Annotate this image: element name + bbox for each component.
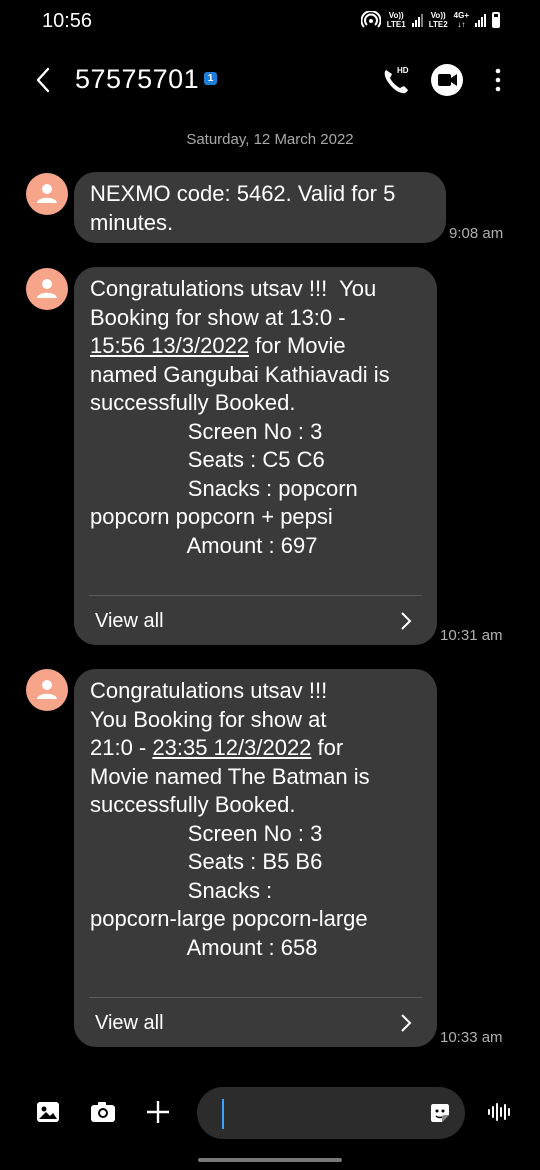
voice-input-icon[interactable] <box>486 1098 514 1126</box>
person-icon <box>37 680 57 699</box>
network-type-label: 4G+ ↓↑ <box>453 11 469 29</box>
sim2-volte-label: Vo)) LTE2 <box>428 11 448 29</box>
chevron-right-icon[interactable] <box>399 611 413 631</box>
sim1-volte-label: Vo)) LTE1 <box>386 11 406 29</box>
hd-call-icon[interactable]: HD <box>380 64 414 98</box>
camera-icon[interactable] <box>89 1098 117 1126</box>
more-options-icon[interactable] <box>488 66 508 94</box>
view-all-button[interactable]: View all <box>95 1012 164 1035</box>
svg-text:HD: HD <box>397 66 409 75</box>
chevron-right-icon[interactable] <box>399 1013 413 1033</box>
message-text: Congratulations utsav !!! You Booking fo… <box>90 276 390 558</box>
person-icon <box>37 184 57 203</box>
back-arrow-icon[interactable] <box>32 66 56 94</box>
conversation-header: 57575701 1 HD <box>0 52 540 108</box>
bubble-divider <box>89 997 422 998</box>
gallery-icon[interactable] <box>34 1098 62 1126</box>
sim1-signal-icon <box>411 13 423 27</box>
status-bar: 10:56 Vo)) LTE1 Vo)) LTE2 4G+ ↓↑ <box>0 0 540 44</box>
contact-title[interactable]: 57575701 <box>75 64 199 95</box>
message-timestamp: 10:33 am <box>440 1029 503 1046</box>
status-icons: Vo)) LTE1 Vo)) LTE2 4G+ ↓↑ <box>360 11 500 29</box>
video-call-icon[interactable] <box>431 64 463 96</box>
message-bubble[interactable]: Congratulations utsav !!! You Booking fo… <box>74 267 437 645</box>
message-text: Congratulations utsav !!! You Booking fo… <box>90 678 370 960</box>
bubble-divider <box>89 595 422 596</box>
sender-avatar[interactable] <box>26 669 68 711</box>
message-bubble[interactable]: NEXMO code: 5462. Valid for 5 minutes. <box>74 172 446 243</box>
message-bubble[interactable]: Congratulations utsav !!! You Booking fo… <box>74 669 437 1047</box>
battery-icon <box>492 12 500 28</box>
date-divider: Saturday, 12 March 2022 <box>186 131 354 148</box>
sim-badge: 1 <box>204 72 217 85</box>
sender-avatar[interactable] <box>26 173 68 215</box>
sticker-icon[interactable] <box>428 1101 452 1125</box>
sender-avatar[interactable] <box>26 268 68 310</box>
home-indicator[interactable] <box>198 1158 342 1162</box>
view-all-button[interactable]: View all <box>95 610 164 633</box>
datetime-link[interactable]: 15:56 13/3/2022 <box>90 333 249 358</box>
message-text: NEXMO code: 5462. Valid for 5 minutes. <box>90 181 396 235</box>
message-timestamp: 9:08 am <box>449 225 504 242</box>
plus-icon[interactable] <box>144 1098 172 1126</box>
text-cursor <box>222 1099 224 1129</box>
message-timestamp: 10:31 am <box>440 627 503 644</box>
sim2-signal-icon <box>475 13 486 27</box>
hotspot-icon <box>360 11 381 28</box>
person-icon <box>37 279 57 298</box>
status-time: 10:56 <box>42 10 93 32</box>
message-input[interactable] <box>197 1087 465 1139</box>
datetime-link[interactable]: 23:35 12/3/2022 <box>152 735 311 760</box>
